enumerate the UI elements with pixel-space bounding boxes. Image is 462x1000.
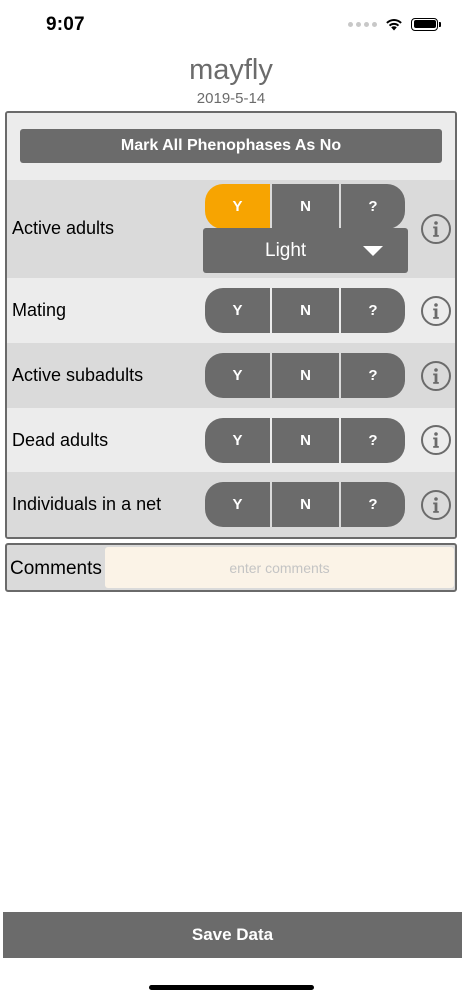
ynq-selector: Y N ?	[205, 184, 405, 229]
mark-all-no-button[interactable]: Mark All Phenophases As No	[20, 129, 442, 163]
unknown-option[interactable]: ?	[341, 418, 405, 463]
comments-section: Comments	[5, 543, 457, 592]
phenophase-label: Active subadults	[12, 365, 144, 385]
intensity-dropdown[interactable]: Light	[203, 228, 408, 273]
no-option[interactable]: N	[272, 184, 339, 229]
info-icon[interactable]	[421, 296, 451, 326]
status-bar: 9:07	[0, 0, 462, 50]
ynq-selector: Y N ?	[205, 482, 405, 527]
ynq-selector: Y N ?	[205, 288, 405, 333]
unknown-option[interactable]: ?	[341, 353, 405, 398]
yes-option[interactable]: Y	[205, 482, 270, 527]
comments-label: Comments	[10, 558, 102, 579]
save-data-button[interactable]: Save Data	[3, 912, 462, 958]
info-icon[interactable]	[421, 361, 451, 391]
battery-icon	[411, 17, 441, 31]
info-icon[interactable]	[421, 490, 451, 520]
status-icons	[348, 17, 441, 31]
no-option[interactable]: N	[272, 288, 339, 333]
yes-option[interactable]: Y	[205, 184, 270, 229]
comments-input[interactable]	[105, 547, 454, 588]
no-option[interactable]: N	[272, 482, 339, 527]
phenophase-row-mating: Mating Y N ?	[7, 278, 455, 343]
yes-option[interactable]: Y	[205, 288, 270, 333]
phenophase-panel: Mark All Phenophases As No Active adults…	[5, 111, 457, 539]
phenophase-row-dead-adults: Dead adults Y N ?	[7, 408, 455, 472]
info-icon[interactable]	[421, 425, 451, 455]
observation-date: 2019-5-14	[196, 90, 266, 107]
signal-dots-icon	[348, 21, 377, 27]
phenophase-label: Individuals in a net	[12, 494, 162, 514]
yes-option[interactable]: Y	[205, 418, 270, 463]
phenophase-label: Dead adults	[12, 430, 109, 450]
no-option[interactable]: N	[272, 353, 339, 398]
yes-option[interactable]: Y	[205, 353, 270, 398]
status-time: 9:07	[46, 14, 85, 35]
intensity-value: Light	[265, 240, 307, 261]
phenophase-row-individuals-in-a-net: Individuals in a net Y N ?	[7, 472, 455, 537]
info-icon[interactable]	[421, 214, 451, 244]
unknown-option[interactable]: ?	[341, 482, 405, 527]
mark-all-section: Mark All Phenophases As No	[7, 113, 455, 180]
wifi-icon	[386, 19, 402, 31]
phenophase-label: Active adults	[12, 218, 115, 238]
unknown-option[interactable]: ?	[341, 184, 405, 229]
home-indicator[interactable]	[149, 985, 314, 990]
phenophase-row-active-subadults: Active subadults Y N ?	[7, 343, 455, 408]
species-title: mayfly	[189, 54, 273, 86]
no-option[interactable]: N	[272, 418, 339, 463]
ynq-selector: Y N ?	[205, 353, 405, 398]
ynq-selector: Y N ?	[205, 418, 405, 463]
chevron-down-icon	[363, 246, 383, 256]
phenophase-label: Mating	[12, 300, 67, 320]
unknown-option[interactable]: ?	[341, 288, 405, 333]
